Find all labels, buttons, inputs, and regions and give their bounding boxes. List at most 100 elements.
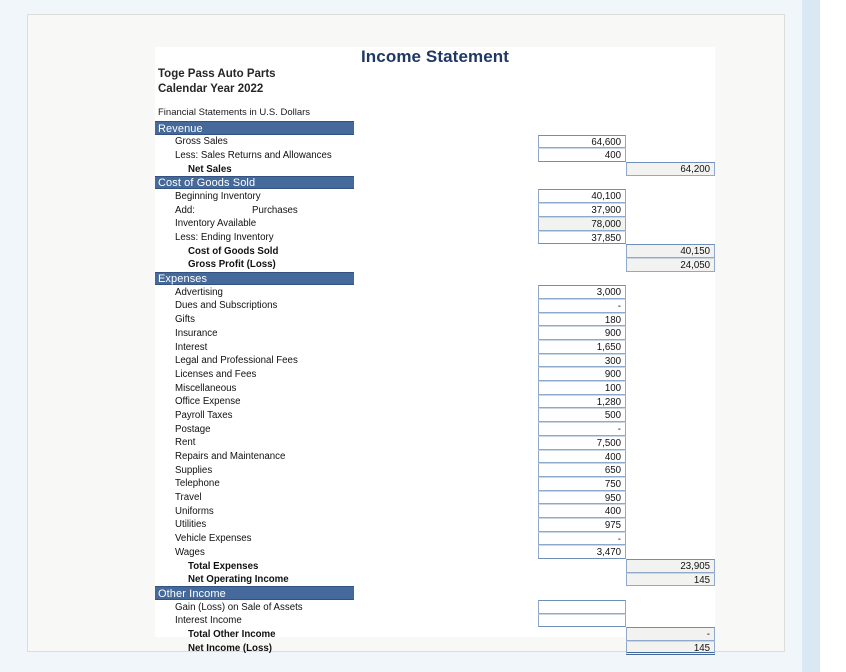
row-label: Net Operating Income [188, 574, 289, 586]
total-cell-col2: 64,200 [626, 162, 715, 176]
amount-cell-col1: 500 [538, 408, 626, 423]
section-header-row: Revenue [155, 121, 715, 135]
table-row: Dues and Subscriptions - [155, 298, 715, 313]
right-gutter [820, 0, 846, 672]
table-row: Cost of Goods Sold 40,150 [155, 244, 715, 258]
currency-note: Financial Statements in U.S. Dollars [158, 107, 311, 118]
document-card: Income Statement Toge Pass Auto Parts Ca… [27, 14, 785, 655]
row-label: Utilities [175, 519, 207, 531]
row-label: Wages [175, 546, 205, 558]
reporting-period: Calendar Year 2022 [158, 83, 264, 95]
table-row: Miscellaneous 100 [155, 381, 715, 395]
statement-rows: Revenue Gross Sales 64,600 Less: Sales Retu… [155, 121, 715, 655]
section-header-label: Other Income [158, 587, 226, 600]
row-label: Net Sales [188, 163, 232, 175]
table-row: Uniforms 400 [155, 504, 715, 518]
amount-cell-col1 [538, 600, 626, 614]
table-row: Net Income (Loss) 145 [155, 641, 715, 655]
table-row: Less: Ending Inventory 37,850 [155, 230, 715, 245]
row-label: Repairs and Maintenance [175, 451, 286, 462]
table-row: Gross Profit (Loss) 24,050 [155, 257, 715, 272]
section-header-label: Expenses [158, 273, 208, 286]
row-label: Less: Sales Returns and Allowances [175, 149, 332, 161]
row-label: Telephone [175, 478, 220, 490]
row-label: Dues and Subscriptions [175, 300, 278, 312]
amount-cell-col1: 40,100 [538, 189, 626, 204]
table-row: Office Expense 1,280 [155, 394, 715, 409]
section-header-2: Cost of Goods Sold [155, 175, 354, 190]
amount-cell-col1: 3,000 [538, 285, 626, 299]
row-label: Uniforms [175, 505, 214, 517]
row-label: Vehicle Expenses [175, 533, 252, 545]
amount-cell-col1: 78,000 [538, 216, 626, 231]
amount-cell-col1: 7,500 [538, 435, 626, 450]
table-row: Total Expenses 23,905 [155, 559, 715, 573]
row-label: Total Expenses [188, 560, 259, 572]
total-cell-col2: 145 [626, 572, 715, 587]
section-header-3: Expenses [155, 271, 354, 286]
row-label: Payroll Taxes [175, 409, 233, 421]
section-header-row: Cost of Goods Sold [155, 175, 715, 190]
amount-cell-col1: 750 [538, 476, 626, 491]
table-row: Interest Income [155, 613, 715, 628]
amount-cell-col1: 900 [538, 326, 626, 340]
total-cell-col2: 40,150 [626, 244, 715, 258]
section-header-1: Revenue [155, 121, 354, 135]
row-label: Postage [175, 423, 211, 435]
amount-cell-col1: 400 [538, 148, 626, 163]
table-row: Inventory Available 78,000 [155, 216, 715, 231]
total-cell-col2: - [626, 627, 715, 642]
table-row: Net Operating Income 145 [155, 572, 715, 587]
table-row: Gifts 180 [155, 312, 715, 327]
row-sublabel: Purchases [252, 204, 298, 216]
table-row: Vehicle Expenses - [155, 531, 715, 546]
table-row: Postage - [155, 422, 715, 436]
row-label: Beginning Inventory [175, 190, 261, 202]
row-label: Travel [175, 492, 202, 504]
table-row: Total Other Income - [155, 627, 715, 642]
section-header-row: Other Income [155, 586, 715, 601]
amount-cell-col1: 37,900 [538, 203, 626, 217]
amount-cell-col1: - [538, 422, 626, 436]
amount-cell-col1: - [538, 531, 626, 546]
amount-cell-col1: 650 [538, 463, 626, 477]
section-header-row: Expenses [155, 271, 715, 286]
row-label: Gross Sales [175, 136, 228, 148]
row-label: Gain (Loss) on Sale of Assets [175, 601, 303, 613]
vertical-scrollbar[interactable] [802, 0, 820, 672]
row-label: Legal and Professional Fees [175, 355, 298, 367]
amount-cell-col1: 400 [538, 504, 626, 518]
row-label: Interest [175, 341, 208, 353]
table-row: Net Sales 64,200 [155, 162, 715, 176]
amount-cell-col1: 300 [538, 353, 626, 368]
amount-cell-col1: 975 [538, 517, 626, 532]
amount-cell-col1: 900 [538, 367, 626, 382]
amount-cell-col1: 37,850 [538, 230, 626, 245]
row-label: Less: Ending Inventory [175, 232, 274, 243]
amount-cell-col1: 3,470 [538, 545, 626, 559]
row-label: Total Other Income [188, 628, 276, 640]
table-row: Travel 950 [155, 490, 715, 505]
row-label: Inventory Available [175, 218, 257, 230]
table-row: Utilities 975 [155, 517, 715, 532]
row-label: Supplies [175, 464, 213, 476]
spreadsheet-sheet: Income Statement Toge Pass Auto Parts Ca… [155, 47, 715, 655]
total-cell-col2: 23,905 [626, 559, 715, 573]
table-row: Add: Purchases 37,900 [155, 203, 715, 217]
row-label: Office Expense [175, 396, 241, 408]
table-row: Beginning Inventory 40,100 [155, 189, 715, 204]
amount-cell-col1: 400 [538, 449, 626, 464]
table-row: Legal and Professional Fees 300 [155, 353, 715, 368]
table-row: Interest 1,650 [155, 340, 715, 354]
company-name: Toge Pass Auto Parts [158, 68, 276, 80]
table-row: Supplies 650 [155, 463, 715, 477]
row-label: Gifts [175, 314, 195, 326]
amount-cell-col1: 1,280 [538, 394, 626, 409]
row-label: Cost of Goods Sold [188, 245, 279, 257]
table-row: Insurance 900 [155, 326, 715, 340]
row-label: Gross Profit (Loss) [188, 259, 276, 271]
row-label: Miscellaneous [175, 382, 237, 394]
section-header-4: Other Income [155, 586, 354, 601]
document-viewport: Income Statement Toge Pass Auto Parts Ca… [0, 0, 802, 672]
row-label: Rent [175, 437, 196, 449]
